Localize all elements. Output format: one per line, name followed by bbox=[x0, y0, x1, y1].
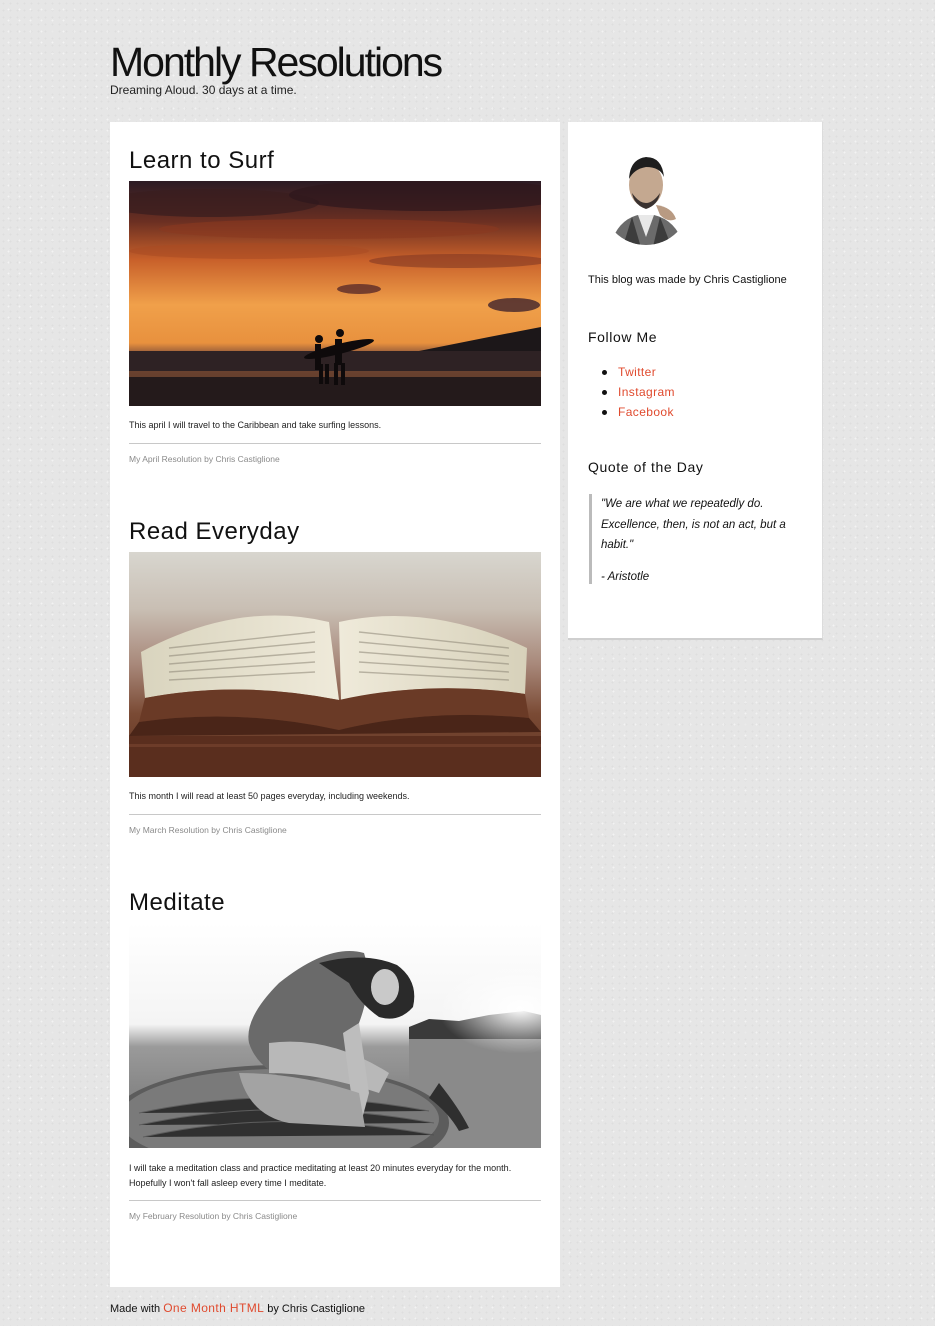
post-divider bbox=[129, 814, 541, 815]
twitter-link[interactable]: Twitter bbox=[618, 365, 656, 379]
about-text: This blog was made by Chris Castiglione bbox=[588, 274, 787, 286]
post-learn-to-surf: Learn to Surf This april I will travel t… bbox=[129, 146, 541, 464]
post-meta: My April Resolution by Chris Castiglione bbox=[129, 454, 280, 464]
open-book-photo bbox=[129, 552, 541, 777]
post-divider bbox=[129, 1200, 541, 1201]
post-title: Read Everyday bbox=[129, 518, 300, 545]
follow-links: Twitter Instagram Facebook bbox=[588, 362, 675, 422]
site-title: Monthly Resolutions bbox=[110, 39, 443, 85]
footer: Made with One Month HTML by Chris Castig… bbox=[110, 1301, 365, 1315]
surfing-sunset-photo bbox=[129, 181, 541, 406]
list-item: Twitter bbox=[588, 362, 675, 382]
one-month-html-link[interactable]: One Month HTML bbox=[163, 1301, 264, 1315]
post-read-everyday: Read Everyday This month I will read at … bbox=[129, 517, 541, 835]
site-tagline: Dreaming Aloud. 30 days at a time. bbox=[110, 83, 297, 97]
woman-on-hay-bale-photo bbox=[129, 923, 541, 1148]
quote-author: - Aristotle bbox=[601, 570, 650, 583]
list-item: Instagram bbox=[588, 382, 675, 402]
post-title: Learn to Surf bbox=[129, 147, 275, 174]
post-text: I will take a meditation class and pract… bbox=[129, 1163, 512, 1188]
footer-prefix: Made with bbox=[110, 1303, 161, 1315]
main-column: Learn to Surf This april I will travel t… bbox=[110, 122, 560, 1287]
footer-suffix: by Chris Castiglione bbox=[267, 1303, 366, 1315]
post-text: This month I will read at least 50 pages… bbox=[129, 791, 410, 801]
author-portrait-photo bbox=[602, 143, 690, 255]
follow-heading: Follow Me bbox=[588, 329, 658, 345]
facebook-link[interactable]: Facebook bbox=[618, 405, 674, 419]
quote-heading: Quote of the Day bbox=[588, 459, 704, 475]
post-meta: My February Resolution by Chris Castigli… bbox=[129, 1211, 298, 1221]
quote-of-the-day: "We are what we repeatedly do. Excellenc… bbox=[589, 494, 791, 584]
post-meditate: Meditate I will take a meditation class … bbox=[129, 888, 541, 1221]
instagram-link[interactable]: Instagram bbox=[618, 385, 675, 399]
sidebar: This blog was made by Chris Castiglione … bbox=[568, 122, 823, 640]
post-text: This april I will travel to the Caribbea… bbox=[129, 420, 382, 430]
quote-text: "We are what we repeatedly do. Excellenc… bbox=[601, 498, 786, 551]
post-divider bbox=[129, 443, 541, 444]
post-meta: My March Resolution by Chris Castiglione bbox=[129, 825, 287, 835]
list-item: Facebook bbox=[588, 402, 675, 422]
post-title: Meditate bbox=[129, 889, 226, 916]
